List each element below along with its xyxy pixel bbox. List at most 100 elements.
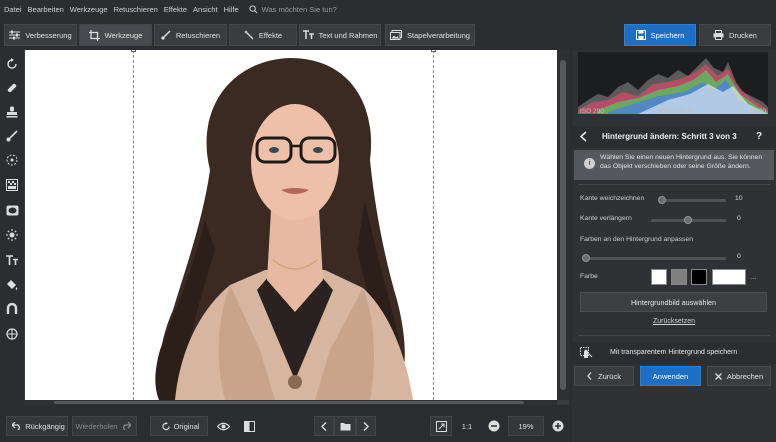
light-tool[interactable] (4, 227, 20, 243)
zoom-level-value: 19% (518, 421, 534, 431)
menu-effekte[interactable]: Effekte (164, 5, 187, 14)
back-button[interactable]: Zurück (574, 366, 634, 386)
photo-canvas[interactable] (25, 50, 557, 400)
cancel-label: Abbrechen (726, 371, 764, 381)
tab-werkzeuge-label: Werkzeuge (104, 30, 143, 40)
zoom-in-button[interactable] (548, 416, 568, 436)
tab-text-und-rahmen[interactable]: Text und Rahmen (299, 24, 381, 46)
gradient-tool[interactable] (4, 177, 20, 193)
menu-retuschieren[interactable]: Retuschieren (114, 5, 158, 14)
zoom-out-button[interactable] (484, 416, 504, 436)
zoom-level-field[interactable]: 19% (508, 416, 544, 436)
tab-retuschieren[interactable]: Retuschieren (154, 24, 227, 46)
search-box[interactable]: Was möchten Sie tun? (248, 4, 337, 14)
menu-hilfe[interactable]: Hilfe (224, 5, 239, 14)
next-image-button[interactable] (356, 416, 376, 436)
menu-werkzeuge[interactable]: Werkzeuge (70, 5, 108, 14)
tab-stapelverarbeitung[interactable]: Stapelverarbeitung (385, 24, 475, 46)
tab-retuschieren-label: Retuschieren (175, 30, 221, 40)
exif-lens: 56 mm f/1.8 (657, 108, 693, 115)
vertical-scrollbar[interactable] (557, 50, 569, 400)
adapt-colors-slider-knob[interactable] (582, 254, 590, 262)
swatch-gray[interactable] (671, 269, 687, 285)
compare-button[interactable] (238, 416, 260, 436)
rotate-tool[interactable] (4, 56, 20, 72)
fill-icon (7, 280, 18, 290)
expand-slider-knob[interactable] (684, 216, 692, 224)
info-text: Wählen Sie einen neuen Hintergrund aus. … (600, 154, 763, 170)
exif-shutter: 1/1000 (746, 108, 766, 115)
choose-background-image-label: Hintergrundbild auswählen (630, 297, 717, 307)
bandage-icon (7, 83, 17, 93)
radial-selection-tool[interactable] (4, 152, 20, 168)
more-colors-button[interactable]: ... (751, 274, 757, 281)
horizontal-scrollbar[interactable] (24, 400, 557, 405)
main-toolbar: Verbesserung Werkzeuge Retuschieren Effe… (0, 20, 776, 50)
feather-slider-knob[interactable] (658, 196, 666, 204)
vertical-scroll-thumb[interactable] (560, 60, 566, 390)
print-button-label: Drucken (729, 30, 757, 40)
fill-tool[interactable] (4, 277, 20, 293)
undo-button[interactable]: Rückgängig (6, 416, 68, 436)
preview-button[interactable] (212, 416, 234, 436)
swatch-black[interactable] (691, 269, 707, 285)
cancel-button[interactable]: Abbrechen (707, 366, 771, 386)
eye-icon (216, 422, 230, 430)
swatch-custom[interactable] (712, 269, 746, 285)
selection-guide-left (133, 50, 134, 400)
magnet-icon (6, 303, 18, 314)
choose-background-image-button[interactable]: Hintergrundbild auswählen (580, 292, 767, 312)
chevron-left-icon (587, 372, 592, 380)
tab-verbesserung[interactable]: Verbesserung (4, 24, 77, 46)
open-folder-button[interactable] (334, 416, 356, 436)
sliders-icon (9, 30, 21, 40)
menu-bearbeiten[interactable]: Bearbeiten (28, 5, 64, 14)
horizontal-scroll-thumb[interactable] (54, 401, 524, 404)
magnet-tool[interactable] (4, 301, 20, 317)
redo-button[interactable]: Wiederholen (72, 416, 137, 436)
save-transparent-button[interactable]: Mit transparentem Hintergrund speichern (572, 342, 776, 364)
back-arrow-button[interactable] (579, 131, 587, 144)
menu-ansicht[interactable]: Ansicht (193, 5, 218, 14)
resize-handle-top-left[interactable] (131, 50, 136, 52)
previous-image-button[interactable] (314, 416, 334, 436)
redo-label: Wiederholen (75, 421, 118, 431)
healing-tool[interactable] (4, 80, 20, 96)
swatch-white[interactable] (651, 269, 667, 285)
divider (578, 184, 770, 185)
plus-circle-icon (552, 420, 564, 432)
undo-label: Rückgängig (25, 421, 65, 431)
adapt-colors-slider[interactable] (582, 257, 726, 260)
feather-slider[interactable] (658, 199, 726, 202)
color-label: Farbe (580, 273, 598, 280)
apply-button[interactable]: Anwenden (640, 366, 701, 386)
menu-bar: Datei Bearbeiten Werkzeuge Retuschieren … (0, 0, 776, 18)
actual-size-button[interactable]: 1:1 (456, 416, 478, 436)
brush-tool[interactable] (4, 128, 20, 144)
search-icon (248, 4, 258, 14)
clone-stamp-tool[interactable] (4, 104, 20, 120)
resize-handle-top-right[interactable] (431, 50, 436, 52)
grid-tool[interactable] (4, 326, 20, 342)
feather-value: 10 (735, 195, 743, 202)
text-tool[interactable] (4, 252, 20, 268)
original-button[interactable]: Original (150, 416, 208, 436)
print-button[interactable]: Drucken (699, 24, 771, 46)
tab-effekte[interactable]: Effekte (229, 24, 297, 46)
save-button[interactable]: Speichern (624, 24, 696, 46)
actual-size-label: 1:1 (461, 421, 473, 431)
tab-werkzeuge[interactable]: Werkzeuge (79, 24, 152, 46)
expand-value: 0 (737, 215, 741, 222)
help-button[interactable]: ? (756, 131, 762, 142)
step-title: Hintergrund ändern: Schritt 3 von 3 (602, 132, 737, 141)
adapt-colors-label: Farben an den Hintergrund anpassen (580, 236, 693, 243)
reset-link[interactable]: Zurücksetzen (572, 318, 776, 325)
gradient-icon (6, 179, 18, 191)
close-icon (714, 372, 722, 380)
adapt-colors-value: 0 (737, 253, 741, 260)
fit-to-screen-button[interactable] (430, 416, 452, 436)
vignette-tool[interactable] (4, 202, 20, 218)
menu-datei[interactable]: Datei (4, 5, 22, 14)
tab-text-und-rahmen-label: Text und Rahmen (318, 30, 378, 40)
divider (578, 335, 770, 336)
